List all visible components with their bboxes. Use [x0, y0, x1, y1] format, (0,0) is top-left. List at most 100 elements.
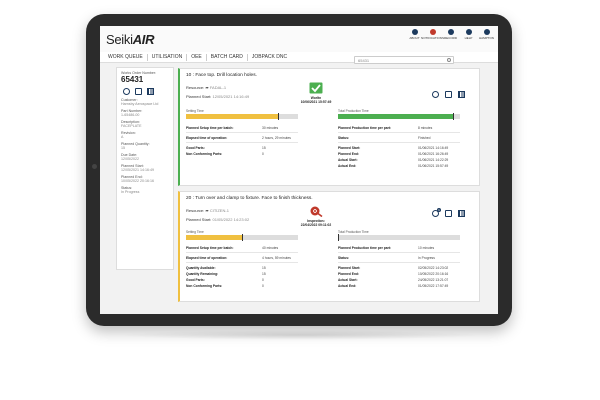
- user-icon-glyph: [483, 29, 490, 35]
- planned-start: Planned Start: 01/05/2022 14:23:02: [186, 217, 249, 222]
- top-icon-label: ABOUT: [409, 36, 420, 40]
- top-bar: SeikiAIR ABOUT NOTIFICATIONS RECORD HELP HAM…: [100, 26, 498, 52]
- detail-value: 01/06/2021 14:22:29: [418, 158, 449, 162]
- planned-start-value: 12/05/2021 14:16:49: [212, 94, 250, 99]
- due-date-value: 12/05/2022: [121, 157, 139, 161]
- check-icon: [309, 82, 323, 94]
- detail-key: Quantity Remaining:: [186, 272, 219, 276]
- detail-key: Status:: [338, 256, 350, 260]
- detail-key: Non Conforming Parts:: [186, 152, 223, 156]
- production-time-fill: [338, 114, 453, 119]
- help-icon-glyph: [465, 29, 472, 35]
- document-icon[interactable]: [445, 210, 452, 217]
- detail-value: 4 hours, 59 minutes: [262, 256, 291, 260]
- resource-value: CITIZEN-1: [209, 208, 229, 213]
- tab-jobpack-dnc[interactable]: JOBPACK DNC: [248, 54, 291, 61]
- top-icon-label: NOTIFICATIONS: [421, 36, 444, 40]
- detail-value: 02/05/2022 14:23:02: [418, 266, 449, 270]
- detail-key: Planned Production time per part:: [338, 126, 392, 130]
- setting-time-fill: [186, 114, 278, 119]
- setting-time-label: Setting Time: [186, 109, 204, 113]
- record-icon[interactable]: RECORD: [443, 29, 458, 40]
- part-value: 1-65486-00: [121, 113, 140, 117]
- search-placeholder: 65431: [358, 58, 370, 63]
- operation-status: Inspection: 22/04/2022 09:11:02: [300, 219, 332, 227]
- help-icon[interactable]: HELP: [461, 29, 476, 40]
- detail-value: 10/05/2022 20:16:16: [418, 272, 449, 276]
- planned-start-value: 01/05/2022 14:23:02: [212, 217, 250, 222]
- table-icon[interactable]: [458, 210, 465, 217]
- operation-card-10[interactable]: 10 : Face top. Drill location holes. Res…: [178, 68, 480, 186]
- record-icon-glyph: [447, 29, 454, 35]
- progress-marker: [277, 113, 279, 120]
- detail-key: Good Parts:: [186, 278, 205, 282]
- detail-value: In Progress: [418, 256, 435, 260]
- detail-key: Planned End:: [338, 272, 360, 276]
- detail-value: 01/05/2022 17:57:49: [418, 284, 449, 288]
- detail-key: Actual End:: [338, 284, 357, 288]
- divider: [186, 132, 298, 133]
- about-icon[interactable]: ABOUT: [407, 29, 422, 40]
- production-time-label: Total Production Time: [338, 230, 369, 234]
- comment-icon[interactable]: [123, 88, 130, 95]
- production-time-bar: [338, 113, 460, 120]
- search-input[interactable]: 65431: [354, 56, 454, 64]
- tab-work-queue[interactable]: WORK QUEUE: [104, 53, 148, 61]
- resource: Resource: ➦ FADAL-1: [186, 85, 227, 90]
- progress-marker: [452, 113, 454, 120]
- detail-value: 2 hours, 29 minutes: [262, 136, 291, 140]
- detail-key: Actual End:: [338, 164, 357, 168]
- top-icon-label: HELP: [464, 36, 473, 40]
- divider: [186, 262, 298, 263]
- detail-key: Non Conforming Parts:: [186, 284, 223, 288]
- customer-value: Harnsby Aerospace Ltd: [121, 102, 159, 106]
- top-icon-label: RECORD: [443, 36, 457, 40]
- notifications-icon[interactable]: NOTIFICATIONS: [421, 29, 444, 40]
- divider: [338, 132, 460, 133]
- comment-count-badge: 1: [437, 208, 441, 212]
- document-icon[interactable]: [135, 88, 142, 95]
- detail-value: 0: [262, 152, 264, 156]
- resource-label: Resource:: [186, 208, 205, 213]
- tab-batch-card[interactable]: BATCH CARD: [207, 53, 248, 61]
- app-logo[interactable]: SeikiAIR: [106, 32, 154, 47]
- divider: [338, 252, 460, 253]
- detail-value: 0: [262, 278, 264, 282]
- tab-oee[interactable]: OEE: [187, 53, 207, 61]
- divider: [186, 142, 298, 143]
- document-icon[interactable]: [445, 91, 452, 98]
- divider: [338, 142, 460, 143]
- detail-value: 8 minutes: [418, 126, 433, 130]
- operation-card-20[interactable]: 20 : Turn over and clamp to fixture. Fac…: [178, 191, 480, 302]
- detail-value: 30 minutes: [262, 126, 279, 130]
- operation-actions: [432, 91, 465, 98]
- table-icon[interactable]: [147, 88, 154, 95]
- detail-value: 24/05/2022 13:21:07: [418, 278, 449, 282]
- planned-start-value: 12/05/2021 14:16:49: [121, 168, 154, 172]
- user-icon[interactable]: HAMPTON: [479, 29, 494, 40]
- about-icon-glyph: [411, 29, 418, 35]
- detail-value: 0: [262, 284, 264, 288]
- resource: Resource: ➦ CITIZEN-1: [186, 208, 229, 213]
- comment-icon[interactable]: [432, 91, 439, 98]
- detail-value: 01/06/2021 15:57:49: [418, 164, 449, 168]
- operation-title: 10 : Face top. Drill location holes.: [186, 73, 257, 78]
- detail-key: Planned Start:: [338, 266, 361, 270]
- search-icon[interactable]: [447, 58, 451, 62]
- operation-status: Worltn 10/06/2021 15:57:49: [300, 96, 332, 104]
- detail-key: Actual Start:: [338, 158, 358, 162]
- order-actions: [123, 88, 169, 95]
- divider: [338, 262, 460, 263]
- detail-value: 40 minutes: [262, 246, 279, 250]
- comment-icon[interactable]: 1: [432, 208, 441, 217]
- tab-utilisation[interactable]: UTILISATION: [148, 53, 188, 61]
- resource-label: Resource:: [186, 85, 205, 90]
- divider: [186, 252, 298, 253]
- detail-key: Planned Production time per part:: [338, 246, 392, 250]
- table-icon[interactable]: [458, 91, 465, 98]
- works-order-panel: Works Order Number: 65431 Customer: Harn…: [116, 67, 174, 270]
- resource-value: FADAL-1: [209, 85, 227, 90]
- detail-value: 15: [262, 272, 266, 276]
- status-value: In Progress: [121, 190, 140, 194]
- top-icon-label: HAMPTON: [479, 36, 494, 40]
